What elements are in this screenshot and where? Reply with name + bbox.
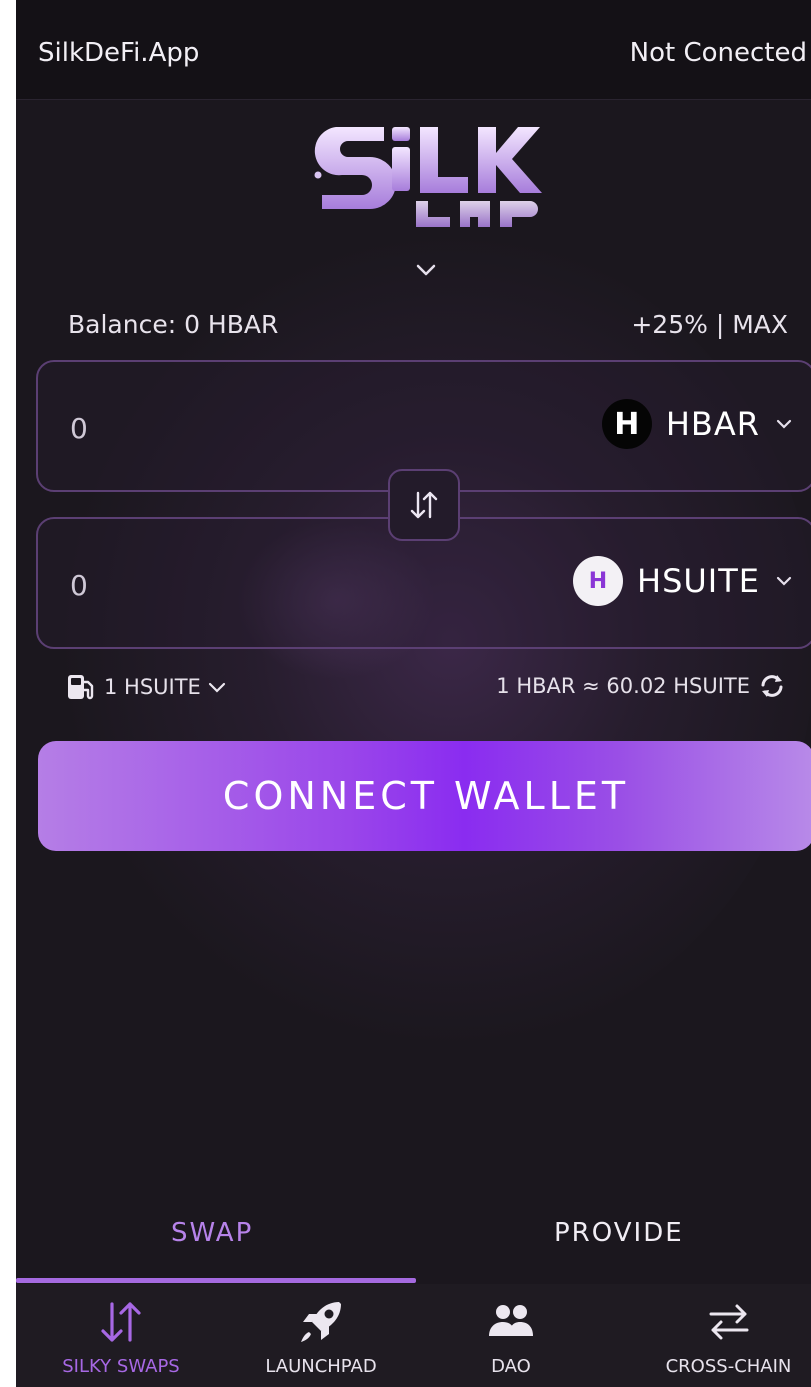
nav-cross-chain[interactable]: CROSS-CHAIN xyxy=(646,1284,811,1387)
nav-label: CROSS-CHAIN xyxy=(665,1356,792,1377)
to-token-symbol: HSUITE xyxy=(637,562,760,600)
gas-fee-select[interactable]: 1 HSUITE xyxy=(66,672,227,702)
fuel-pump-icon xyxy=(68,675,94,700)
top-bar: SilkDeFi.App Not Conected xyxy=(16,0,811,100)
connection-status[interactable]: Not Conected xyxy=(630,38,807,68)
chevron-down-icon[interactable] xyxy=(414,258,438,282)
to-token-select[interactable]: H HSUITE xyxy=(573,551,794,611)
from-amount-input[interactable]: 0 xyxy=(70,412,88,445)
refresh-icon[interactable] xyxy=(758,672,786,700)
nav-launchpad[interactable]: LAUNCHPAD xyxy=(246,1284,396,1387)
chevron-down-icon xyxy=(208,682,225,693)
exchange-rate-text: 1 HBAR ≈ 60.02 HSUITE xyxy=(496,674,750,698)
from-token-select[interactable]: H HBAR xyxy=(601,394,794,454)
app-name[interactable]: SilkDeFi.App xyxy=(38,38,199,68)
swap-direction-button[interactable] xyxy=(388,469,460,541)
hsuite-token-icon: H xyxy=(573,556,623,606)
nav-dao[interactable]: DAO xyxy=(456,1284,566,1387)
tab-provide[interactable]: PROVIDE xyxy=(554,1218,684,1248)
bottom-navigation: SILKY SWAPS LAUNCHPAD DAO CROSS-CHAIN xyxy=(16,1284,811,1387)
balance-label: Balance: 0 HBAR xyxy=(68,310,279,339)
amount-shortcuts[interactable]: +25% | MAX xyxy=(631,310,788,339)
swap-arrows-icon xyxy=(101,1302,141,1342)
chevron-down-icon xyxy=(776,576,792,586)
swap-info-row: 1 HSUITE 1 HBAR ≈ 60.02 HSUITE xyxy=(66,672,786,708)
active-tab-indicator xyxy=(16,1278,416,1283)
gas-fee-label: 1 HSUITE xyxy=(104,675,201,699)
app-screen: SilkDeFi.App Not Conected Balance: 0 HBA… xyxy=(16,0,811,1387)
nav-label: DAO xyxy=(491,1356,531,1377)
swap-provide-tabs: SWAP PROVIDE xyxy=(16,1190,811,1283)
nav-silky-swaps[interactable]: SILKY SWAPS xyxy=(46,1284,196,1387)
nav-label: LAUNCHPAD xyxy=(265,1356,377,1377)
tab-swap[interactable]: SWAP xyxy=(171,1218,253,1248)
hbar-token-icon: H xyxy=(601,399,652,449)
rocket-icon xyxy=(301,1302,341,1342)
to-amount-input[interactable]: 0 xyxy=(70,569,88,602)
chevron-down-icon xyxy=(776,419,792,429)
users-icon xyxy=(489,1305,533,1336)
silk-swap-logo xyxy=(312,127,542,227)
exchange-arrows-icon xyxy=(709,1304,748,1340)
nav-label: SILKY SWAPS xyxy=(62,1356,180,1377)
exchange-rate: 1 HBAR ≈ 60.02 HSUITE xyxy=(496,672,786,700)
swap-arrows-icon xyxy=(410,491,438,519)
connect-wallet-button[interactable]: CONNECT WALLET xyxy=(38,741,811,851)
from-token-symbol: HBAR xyxy=(665,405,760,443)
balance-row: Balance: 0 HBAR +25% | MAX xyxy=(68,310,788,344)
